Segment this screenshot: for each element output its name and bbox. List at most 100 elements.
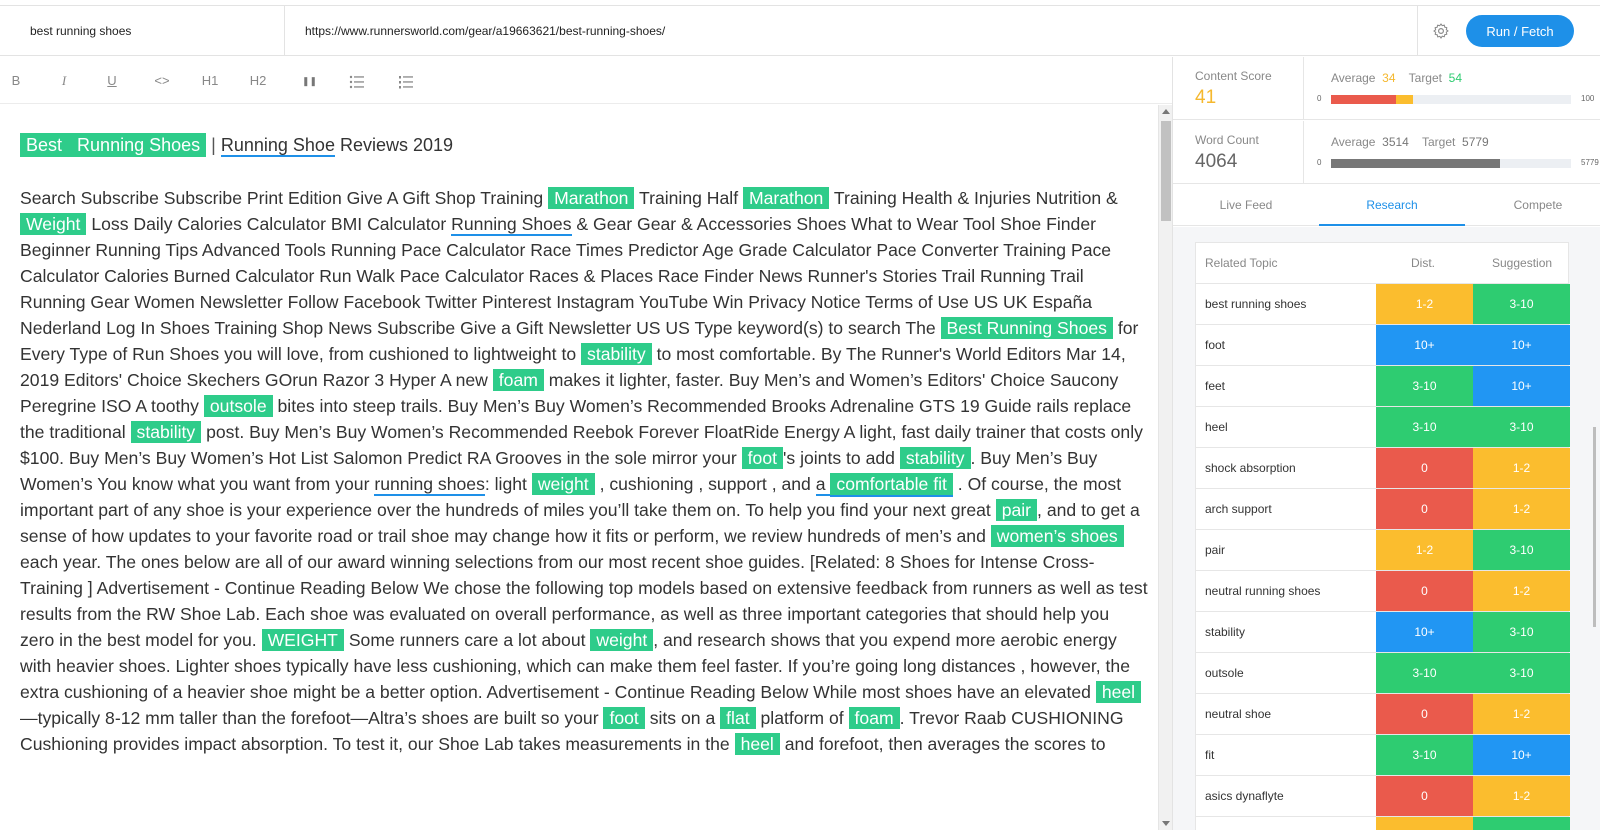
highlighted-term: women’s shoes xyxy=(990,525,1124,547)
numbered-list-icon[interactable] xyxy=(398,74,414,90)
editor-scrollbar[interactable] xyxy=(1158,105,1172,830)
body-text: , cushioning , support , and xyxy=(594,474,816,494)
table-row[interactable]: pair 1-2 3-10 xyxy=(1196,530,1570,571)
related-topics-table: Related Topic Dist. Suggestion best runn… xyxy=(1195,242,1570,830)
suggestion-cell: 10+ xyxy=(1473,325,1570,365)
table-row[interactable]: shock absorption 0 1-2 xyxy=(1196,448,1570,489)
dist-cell: 1-2 xyxy=(1376,284,1473,324)
underline-button[interactable]: U xyxy=(106,69,118,93)
content-score-bar-fill xyxy=(1331,95,1396,104)
header-related-topic: Related Topic xyxy=(1205,256,1278,270)
dist-cell: 10+ xyxy=(1376,612,1473,652)
h1-button[interactable]: H1 xyxy=(200,69,220,93)
italic-button[interactable]: I xyxy=(58,69,70,93)
table-row[interactable]: foot 10+ 10+ xyxy=(1196,325,1570,366)
suggestion-cell: 1-2 xyxy=(1473,571,1570,611)
suggestion-cell: 3-10 xyxy=(1473,612,1570,652)
run-fetch-button[interactable]: Run / Fetch xyxy=(1466,15,1574,47)
related-topic-label[interactable]: neutral shoe xyxy=(1205,694,1271,734)
body-text: platform of xyxy=(755,708,849,728)
suggestion-cell: 3-10 xyxy=(1473,407,1570,447)
suggestion-cell: 1-2 xyxy=(1473,694,1570,734)
tab-compete[interactable]: Compete xyxy=(1465,185,1600,226)
word-count-average: 3514 xyxy=(1382,135,1409,149)
table-row[interactable]: asics dynaflyte 0 1-2 xyxy=(1196,776,1570,817)
editor-title: Best Running Shoes | Running Shoe Review… xyxy=(20,133,454,157)
content-score-bar-max: 100 xyxy=(1581,94,1595,103)
format-toolbar: B I U <> H1 H2 ❚❚ xyxy=(0,57,1172,104)
gear-icon[interactable] xyxy=(1432,22,1450,40)
related-topic-label[interactable]: asics dynaflyte xyxy=(1205,776,1284,816)
body-text: : light xyxy=(484,474,532,494)
highlighted-term: stability xyxy=(130,421,202,443)
content-score-average-marker xyxy=(1395,95,1413,104)
tab-research[interactable]: Research xyxy=(1319,185,1465,226)
scroll-down-icon[interactable] xyxy=(1162,821,1170,826)
body-text: Training Half xyxy=(634,188,743,208)
title-highlight-best: Best Running Shoes xyxy=(20,133,207,157)
table-body: best running shoes 1-2 3-10 foot 10+ 10+ feet 3… xyxy=(1196,284,1570,830)
suggestion-cell: 1-2 xyxy=(1473,489,1570,529)
related-topic-label[interactable]: shock absorption xyxy=(1205,448,1296,488)
table-row[interactable] xyxy=(1196,817,1570,830)
highlighted-term: heel xyxy=(1095,681,1142,703)
related-topic-label[interactable]: stability xyxy=(1205,612,1245,652)
word-count-bar-min: 0 xyxy=(1317,158,1322,167)
related-topic-label[interactable]: feet xyxy=(1205,366,1225,406)
highlighted-term: stability xyxy=(581,343,652,365)
word-count-metric: Word Count 4064 Average 3514 Target 5779… xyxy=(1173,121,1600,184)
highlighted-term: foot xyxy=(741,447,784,469)
content-score-benchmarks: Average 34 Target 54 xyxy=(1331,71,1463,85)
h2-button[interactable]: H2 xyxy=(248,69,268,93)
highlighted-term: WEIGHT xyxy=(261,629,344,651)
quote-button[interactable]: ❚❚ xyxy=(302,69,317,93)
table-row[interactable]: best running shoes 1-2 3-10 xyxy=(1196,284,1570,325)
editor-body[interactable]: Search Subscribe Subscribe Print Edition… xyxy=(20,185,1148,757)
table-row[interactable]: feet 3-10 10+ xyxy=(1196,366,1570,407)
dist-cell: 3-10 xyxy=(1376,653,1473,693)
code-button[interactable]: <> xyxy=(152,69,172,93)
panel-scrollbar[interactable] xyxy=(1593,427,1596,627)
word-count-value: 4064 xyxy=(1195,151,1238,172)
header-suggestion: Suggestion xyxy=(1492,256,1553,270)
body-text: and forefoot, then averages the scores t… xyxy=(779,734,1106,754)
related-topic-label[interactable]: pair xyxy=(1205,530,1225,570)
related-topic-label[interactable]: arch support xyxy=(1205,489,1272,529)
table-row[interactable]: neutral running shoes 0 1-2 xyxy=(1196,571,1570,612)
bullet-list-icon[interactable] xyxy=(349,74,365,90)
table-row[interactable]: stability 10+ 3-10 xyxy=(1196,612,1570,653)
tab-live-feed[interactable]: Live Feed xyxy=(1173,185,1319,226)
panel-tabs: Live Feed Research Compete xyxy=(1173,185,1600,226)
table-row[interactable]: heel 3-10 3-10 xyxy=(1196,407,1570,448)
related-topic-label[interactable]: heel xyxy=(1205,407,1228,447)
suggestion-cell: 3-10 xyxy=(1473,284,1570,324)
related-topic-label[interactable]: outsole xyxy=(1205,653,1244,693)
url-input[interactable] xyxy=(285,6,1418,55)
keyword-input[interactable] xyxy=(0,6,285,55)
scroll-up-icon[interactable] xyxy=(1162,109,1170,114)
highlighted-term: comfortable fit xyxy=(830,473,953,497)
suggestion-cell: 10+ xyxy=(1473,735,1570,775)
related-topic-label[interactable]: neutral running shoes xyxy=(1205,571,1320,611)
title-rest: Reviews 2019 xyxy=(334,135,454,155)
content-score-average: 34 xyxy=(1382,71,1396,85)
dist-cell: 0 xyxy=(1376,571,1473,611)
research-pane: Related Topic Dist. Suggestion best runn… xyxy=(1173,227,1600,830)
word-count-bar-max: 5779 xyxy=(1581,158,1599,167)
analysis-panel: Content Score 41 Average 34 Target 54 0 … xyxy=(1172,57,1600,830)
table-row[interactable]: arch support 0 1-2 xyxy=(1196,489,1570,530)
table-row[interactable]: outsole 3-10 3-10 xyxy=(1196,653,1570,694)
related-topic-label[interactable]: foot xyxy=(1205,325,1225,365)
underlined-term: a xyxy=(815,474,831,496)
content-score-bar xyxy=(1331,95,1571,104)
table-row[interactable]: fit 3-10 10+ xyxy=(1196,735,1570,776)
highlighted-term: stability xyxy=(899,447,971,469)
table-row[interactable]: neutral shoe 0 1-2 xyxy=(1196,694,1570,735)
bold-button[interactable]: B xyxy=(10,69,22,93)
related-topic-label[interactable]: fit xyxy=(1205,735,1214,775)
content-editor[interactable]: Best Running Shoes | Running Shoe Review… xyxy=(0,105,1158,830)
scroll-thumb[interactable] xyxy=(1161,121,1171,221)
related-topic-label[interactable]: best running shoes xyxy=(1205,284,1306,324)
dist-cell: 0 xyxy=(1376,448,1473,488)
underlined-term: Running Shoes xyxy=(451,214,572,236)
